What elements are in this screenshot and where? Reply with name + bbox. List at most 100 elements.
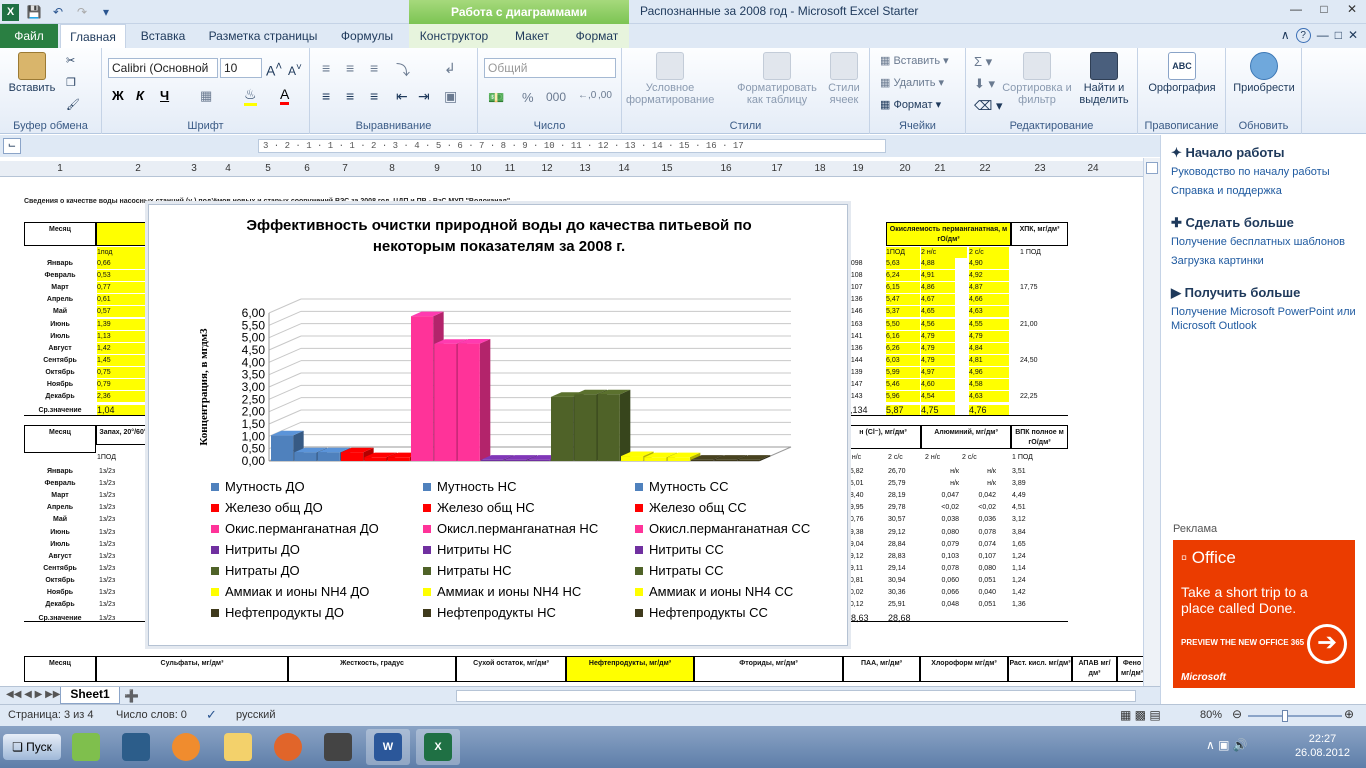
aluminium-2ss-cell[interactable]: 0,051 [962,575,996,586]
free-templates-link[interactable]: Получение бесплатных шаблонов [1171,235,1361,249]
view-buttons[interactable]: ▦ ▩ ▤ [1120,708,1161,722]
legend-entry[interactable]: Нефтепродукты СС [635,605,768,620]
chloride-2ns-cell[interactable]: 30,81 [846,575,884,586]
chloride-2ss-cell[interactable]: 30,94 [888,575,922,586]
vpk-cell[interactable]: 3,51 [1012,466,1052,477]
zapah-cell[interactable]: 1з/2з [99,563,145,574]
oxid-2ns-cell[interactable]: 4,65 [921,306,955,318]
column-header-17[interactable]: 17 [767,161,787,177]
table2-month-label[interactable]: Май [26,514,94,525]
excel-icon[interactable]: X [2,3,19,21]
hpk-cell[interactable]: 17,75 [1020,282,1060,293]
increase-indent-icon[interactable]: ⇥ [418,88,430,105]
oxid-1pod-cell[interactable]: 5,46 [886,379,920,390]
table1-col2-cell[interactable]: 0,53 [97,270,149,282]
tab-layout[interactable]: Макет [499,24,565,48]
column-header-23[interactable]: 23 [1030,161,1050,177]
zapah-cell[interactable]: 1з/2з [99,490,145,501]
chloride-2ns-cell[interactable]: 29,12 [846,551,884,562]
font-color-icon[interactable]: A [280,86,290,105]
vpk-cell[interactable]: 1,14 [1012,563,1052,574]
table2-month-label[interactable]: Октябрь [26,575,94,586]
currency-icon[interactable]: 💵 [488,90,504,106]
zapah-cell[interactable]: 1з/2з [99,527,145,538]
aluminium-2ns-cell[interactable]: 0,080 [925,527,959,538]
decrease-indent-icon[interactable]: ⇤ [396,88,408,105]
table1-col19-cell[interactable]: 0,108 [845,270,885,281]
legend-entry[interactable]: Мутность ДО [211,479,305,494]
table1-col19-cell[interactable]: 0,107 [845,282,885,293]
aluminium-2ns-cell[interactable]: <0,02 [925,502,959,513]
chloride-2ns-cell[interactable]: 29,38 [846,527,884,538]
oxid-2ss-cell[interactable]: 4,66 [969,294,1009,306]
doc-restore-icon[interactable]: □ [1335,28,1342,43]
table1-month-label[interactable]: Июль [26,331,94,342]
close-button[interactable]: ✕ [1338,0,1366,20]
vpk-cell[interactable]: 1,24 [1012,575,1052,586]
chloride-2ss-cell[interactable]: 28,83 [888,551,922,562]
ad-banner[interactable]: ▫ Office Take a short trip to a place ca… [1173,540,1355,688]
table1-col2-cell[interactable]: 0,75 [97,366,149,378]
chart-object[interactable]: Эффективность очистки природной воды до … [148,204,848,646]
legend-entry[interactable]: Железо общ НС [423,500,535,515]
wrap-text-icon[interactable]: ↲ [444,60,456,77]
column-header-1[interactable]: 1 [50,161,70,177]
language[interactable]: русский [236,709,275,721]
spelling-button[interactable]: ABC Орфография [1144,52,1220,94]
aluminium-2ss-cell[interactable]: 0,074 [962,539,996,550]
oxid-2ns-cell[interactable]: 4,54 [921,391,955,403]
zoom-in-icon[interactable]: ⊕ [1344,707,1354,721]
zoom-thumb[interactable] [1282,710,1288,722]
table1-col19-cell[interactable]: 0,143 [845,391,885,402]
table1-col2-cell[interactable]: 2,36 [97,391,149,403]
table2-month-label[interactable]: Август [26,551,94,562]
aluminium-2ss-cell[interactable]: 0,042 [962,490,996,501]
oxid-1pod-cell[interactable]: 5,50 [886,318,920,330]
zoom-out-icon[interactable]: ⊖ [1232,707,1242,721]
aluminium-2ns-cell[interactable]: 0,066 [925,587,959,598]
column-header-7[interactable]: 7 [335,161,355,177]
column-header-13[interactable]: 13 [575,161,595,177]
table1-month-label[interactable]: Июнь [26,319,94,330]
zapah-avg[interactable]: 1з/2з [99,613,145,624]
taskbar-firefox-icon[interactable] [266,729,310,765]
table2-month-label[interactable]: Ноябрь [26,587,94,598]
column-header-24[interactable]: 24 [1083,161,1103,177]
increase-decimal-icon[interactable]: ←,0 [578,90,596,101]
sheet-nav-icons[interactable]: ◀◀ ◀ ▶ ▶▶ [6,689,60,700]
table1-month-label[interactable]: Октябрь [26,367,94,378]
number-format-box[interactable]: Общий [484,58,616,78]
zapah-cell[interactable]: 1з/2з [99,514,145,525]
zapah-cell[interactable]: 1з/2з [99,478,145,489]
aluminium-2ns-cell[interactable]: 0,047 [925,490,959,501]
aluminium-2ss-cell[interactable]: 0,078 [962,527,996,538]
fill-icon[interactable]: ⬇ ▾ [974,76,995,92]
oxid-2ss-cell[interactable]: 4,58 [969,379,1009,390]
download-clipart-link[interactable]: Загрузка картинки [1171,254,1361,268]
chloride-2ns-cell[interactable]: 25,82 [846,466,884,477]
legend-entry[interactable]: Аммиак и ионы NH4 СС [635,584,793,599]
column-header-20[interactable]: 20 [895,161,915,177]
column-header-15[interactable]: 15 [657,161,677,177]
oxid-2ss-cell[interactable]: 4,79 [969,330,1009,342]
italic-button[interactable]: К [136,88,144,103]
table1-col2-cell[interactable]: 1,13 [97,330,149,342]
conditional-format-button[interactable]: Условное форматирование [626,52,714,106]
redo-icon[interactable]: ↷ [73,3,91,21]
clear-icon[interactable]: ⌫ ▾ [974,98,1003,114]
vpk-cell[interactable]: 3,12 [1012,514,1052,525]
autosum-icon[interactable]: Σ ▾ [974,54,992,70]
chloride-2ns-cell[interactable]: 28,40 [846,490,884,501]
oxid-1pod-cell[interactable]: 5,37 [886,306,920,318]
table2-month-label[interactable]: Март [26,490,94,501]
chloride-sub-header[interactable]: 2 н/с [846,452,880,463]
tab-insert[interactable]: Вставка [130,24,196,48]
oxid-2ss-cell[interactable]: 4,63 [969,306,1009,318]
upgrade-button[interactable]: Приобрести [1230,52,1298,94]
table1-col19-cell[interactable]: 0,141 [845,331,885,342]
oxid-1pod-cell[interactable]: 5,63 [886,258,920,269]
zapah-cell[interactable]: 1з/2з [99,466,145,477]
font-size-box[interactable]: 10 [220,58,262,78]
bold-button[interactable]: Ж [112,88,124,103]
column-header-21[interactable]: 21 [930,161,950,177]
